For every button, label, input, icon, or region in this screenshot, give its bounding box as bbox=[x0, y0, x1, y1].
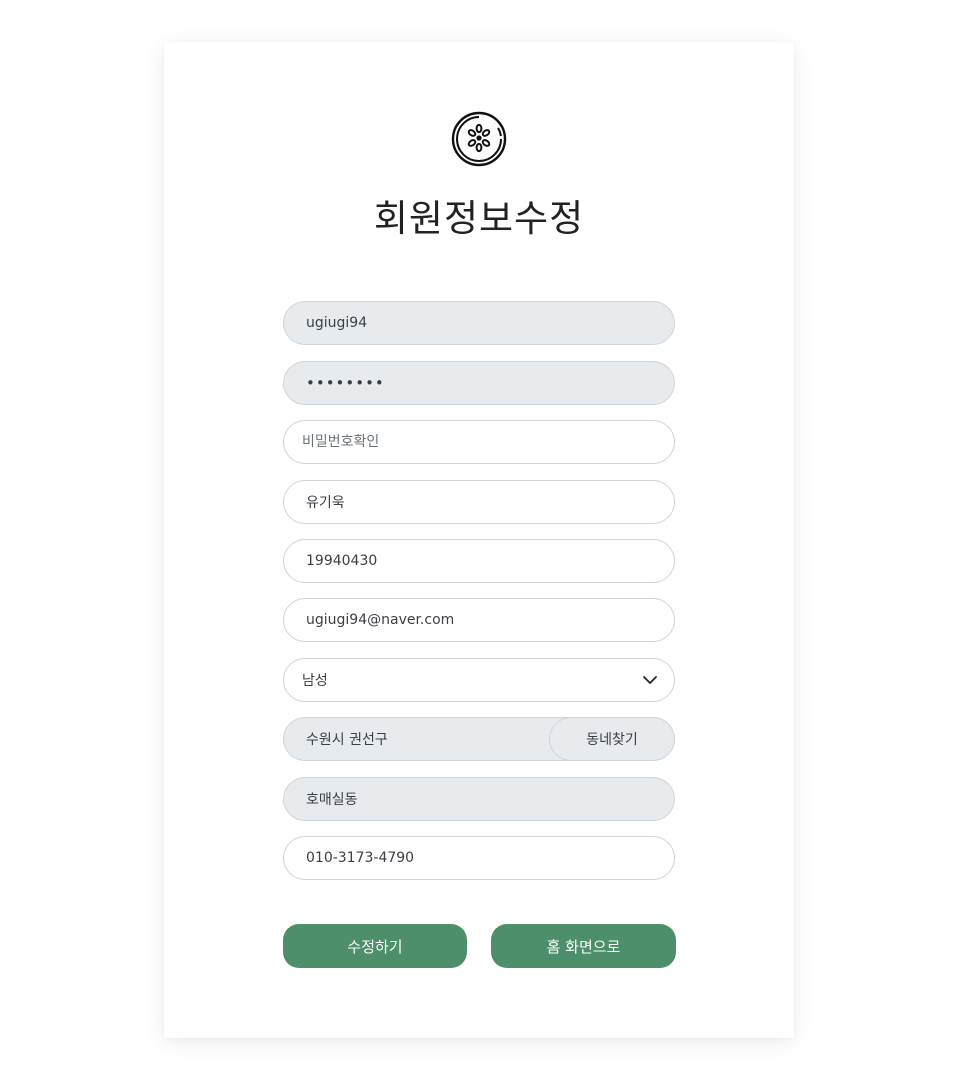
email-value: ugiugi94@naver.com bbox=[306, 612, 455, 628]
gender-value: 남성 bbox=[302, 673, 328, 689]
password-confirm-field[interactable] bbox=[283, 420, 675, 464]
chevron-down-icon bbox=[643, 676, 657, 684]
phone-field[interactable]: 010-3173-4790 bbox=[283, 836, 675, 880]
address-field[interactable]: 수원시 권선구 동네찾기 bbox=[283, 717, 675, 761]
find-dong-button[interactable]: 동네찾기 bbox=[549, 717, 675, 761]
user-id-field[interactable]: ugiugi94 bbox=[283, 301, 675, 345]
user-id-value: ugiugi94 bbox=[306, 315, 368, 331]
name-field[interactable]: 유기욱 bbox=[283, 480, 675, 524]
phone-value: 010-3173-4790 bbox=[306, 850, 415, 866]
password-confirm-input[interactable] bbox=[302, 434, 674, 450]
dong-field[interactable]: 호매실동 bbox=[283, 777, 675, 821]
leaf-circle-icon bbox=[451, 111, 507, 167]
name-value: 유기욱 bbox=[306, 495, 345, 511]
page-title: 회원정보수정 bbox=[373, 197, 585, 240]
dong-value: 호매실동 bbox=[306, 792, 358, 808]
gender-select[interactable]: 남성 bbox=[283, 658, 675, 702]
password-value: •••••••• bbox=[306, 374, 385, 392]
password-field[interactable]: •••••••• bbox=[283, 361, 675, 405]
email-field[interactable]: ugiugi94@naver.com bbox=[283, 598, 675, 642]
birth-value: 19940430 bbox=[306, 553, 378, 569]
submit-button[interactable]: 수정하기 bbox=[283, 924, 467, 968]
birth-field[interactable]: 19940430 bbox=[283, 539, 675, 583]
home-button[interactable]: 홈 화면으로 bbox=[491, 924, 676, 968]
form-card: 회원정보수정 ugiugi94 •••••••• 유기욱 19940430 ug… bbox=[164, 42, 794, 1038]
address-value: 수원시 권선구 bbox=[306, 732, 388, 748]
